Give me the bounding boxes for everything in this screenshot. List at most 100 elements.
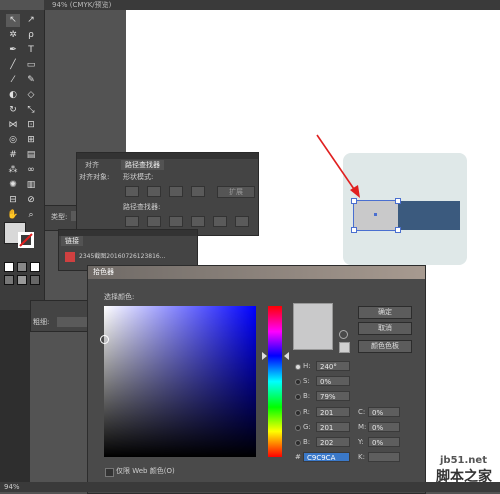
web-only-checkbox[interactable] [105, 468, 114, 477]
hand-tool-icon[interactable]: ✋ [6, 209, 20, 222]
eyedropper-tool-icon[interactable]: ⁂ [6, 164, 20, 177]
blob-brush-tool-icon[interactable]: ◐ [6, 89, 20, 102]
green-radio[interactable] [295, 425, 301, 431]
tab-links[interactable]: 链接 [61, 236, 83, 246]
mesh-tool-icon[interactable]: # [6, 149, 20, 162]
blue-label: B: [303, 438, 311, 446]
new-color-preview [293, 303, 333, 350]
brightness-label: B: [303, 392, 311, 400]
lasso-tool-icon[interactable]: ρ [24, 29, 38, 42]
brightness-field[interactable]: 79% [316, 391, 350, 401]
yellow-field[interactable]: 0% [368, 437, 400, 447]
web-only-label: 仅限 Web 颜色(O) [116, 467, 175, 475]
hex-field[interactable]: C9C9CA [303, 452, 350, 462]
blue-field[interactable]: 202 [316, 437, 350, 447]
pen-tool-icon[interactable]: ✒ [6, 44, 20, 57]
out-of-gamut-icon[interactable] [339, 330, 348, 339]
expand-button[interactable]: 扩展 [217, 186, 255, 198]
red-field[interactable]: 201 [316, 407, 350, 417]
outline-button[interactable] [213, 216, 227, 227]
web-safe-color-swatch[interactable] [339, 342, 350, 353]
pathfinders-label: 路径查找器: [123, 203, 161, 211]
perspective-grid-tool-icon[interactable]: ⊞ [24, 134, 38, 147]
unite-button[interactable] [125, 186, 139, 197]
blend-tool-icon[interactable]: ∞ [24, 164, 38, 177]
gradient-tool-icon[interactable]: ▤ [24, 149, 38, 162]
green-label: G: [303, 423, 311, 431]
hue-label: H: [303, 362, 311, 370]
link-thumbnail [65, 252, 75, 262]
magenta-field[interactable]: 0% [368, 422, 400, 432]
gradient-mode-icon[interactable] [17, 262, 27, 272]
width-tool-icon[interactable]: ⋈ [6, 119, 20, 132]
screen-mode-icon[interactable] [30, 275, 40, 285]
crop-button[interactable] [191, 216, 205, 227]
saturation-brightness-field[interactable] [104, 306, 256, 457]
intersect-button[interactable] [169, 186, 183, 197]
black-field[interactable] [368, 452, 400, 462]
pathfinder-panel: 对齐 路径查找器 对齐对象: 形状模式: 扩展 路径查找器: [76, 152, 259, 236]
hue-slider[interactable] [268, 306, 282, 457]
color-cursor[interactable] [100, 335, 109, 344]
pencil-tool-icon[interactable]: ✎ [24, 74, 38, 87]
cancel-button[interactable]: 取消 [358, 322, 412, 335]
minus-back-button[interactable] [235, 216, 249, 227]
saturation-radio[interactable] [295, 379, 301, 385]
link-filename[interactable]: 2345截图20160726123816... [79, 252, 165, 262]
blue-rectangle[interactable] [398, 201, 460, 230]
draw-normal-icon[interactable] [4, 275, 14, 285]
zoom-level[interactable]: 94% [4, 483, 20, 491]
selection-tool-icon[interactable]: ↖ [6, 14, 20, 27]
red-arrow-annotation [316, 134, 360, 198]
merge-button[interactable] [169, 216, 183, 227]
eraser-tool-icon[interactable]: ◇ [24, 89, 38, 102]
selection-handle[interactable] [395, 198, 401, 204]
align-to-label: 对齐对象: [79, 173, 110, 181]
selection-handle[interactable] [395, 227, 401, 233]
hue-slider-right-handle[interactable] [284, 352, 289, 360]
blue-radio[interactable] [295, 440, 301, 446]
symbol-sprayer-tool-icon[interactable]: ✺ [6, 179, 20, 192]
document-tab[interactable]: 94% (CMYK/预览) [46, 0, 117, 10]
selection-handle[interactable] [351, 227, 357, 233]
cyan-field[interactable]: 0% [368, 407, 400, 417]
rotate-tool-icon[interactable]: ↻ [6, 104, 20, 117]
status-bar: 94% [0, 482, 500, 492]
hue-field[interactable]: 240° [316, 361, 350, 371]
tab-align[interactable]: 对齐 [81, 160, 103, 170]
type-tool-icon[interactable]: T [24, 44, 38, 57]
ok-button[interactable]: 确定 [358, 306, 412, 319]
trim-button[interactable] [147, 216, 161, 227]
rectangle-tool-icon[interactable]: ▭ [24, 59, 38, 72]
panel-header [77, 153, 258, 159]
exclude-button[interactable] [191, 186, 205, 197]
green-field[interactable]: 201 [316, 422, 350, 432]
brightness-radio[interactable] [295, 394, 301, 400]
graph-tool-icon[interactable]: ▥ [24, 179, 38, 192]
artboard-tool-icon[interactable]: ⊟ [6, 194, 20, 207]
paintbrush-tool-icon[interactable]: ⁄ [6, 74, 20, 87]
hue-slider-left-handle[interactable] [262, 352, 267, 360]
zoom-tool-icon[interactable]: ⌕ [24, 209, 38, 222]
watermark-site: jb51.net [440, 455, 487, 466]
shape-builder-tool-icon[interactable]: ◎ [6, 134, 20, 147]
magic-wand-tool-icon[interactable]: ✲ [6, 29, 20, 42]
red-label: R: [303, 408, 311, 416]
cyan-label: C: [358, 408, 366, 416]
slice-tool-icon[interactable]: ⊘ [24, 194, 38, 207]
saturation-field[interactable]: 0% [316, 376, 350, 386]
scale-tool-icon[interactable]: ⤡ [24, 104, 38, 117]
free-transform-tool-icon[interactable]: ⊡ [24, 119, 38, 132]
draw-behind-icon[interactable] [17, 275, 27, 285]
divide-button[interactable] [125, 216, 139, 227]
line-tool-icon[interactable]: ╱ [6, 59, 20, 72]
color-mode-icon[interactable] [4, 262, 14, 272]
red-radio[interactable] [295, 410, 301, 416]
minus-front-button[interactable] [147, 186, 161, 197]
color-swatches-button[interactable]: 颜色色板 [358, 340, 412, 353]
weight-field[interactable] [57, 317, 87, 327]
direct-selection-tool-icon[interactable]: ↗ [24, 14, 38, 27]
tab-pathfinder[interactable]: 路径查找器 [121, 160, 164, 170]
hue-radio[interactable] [295, 364, 301, 370]
none-mode-icon[interactable] [30, 262, 40, 272]
